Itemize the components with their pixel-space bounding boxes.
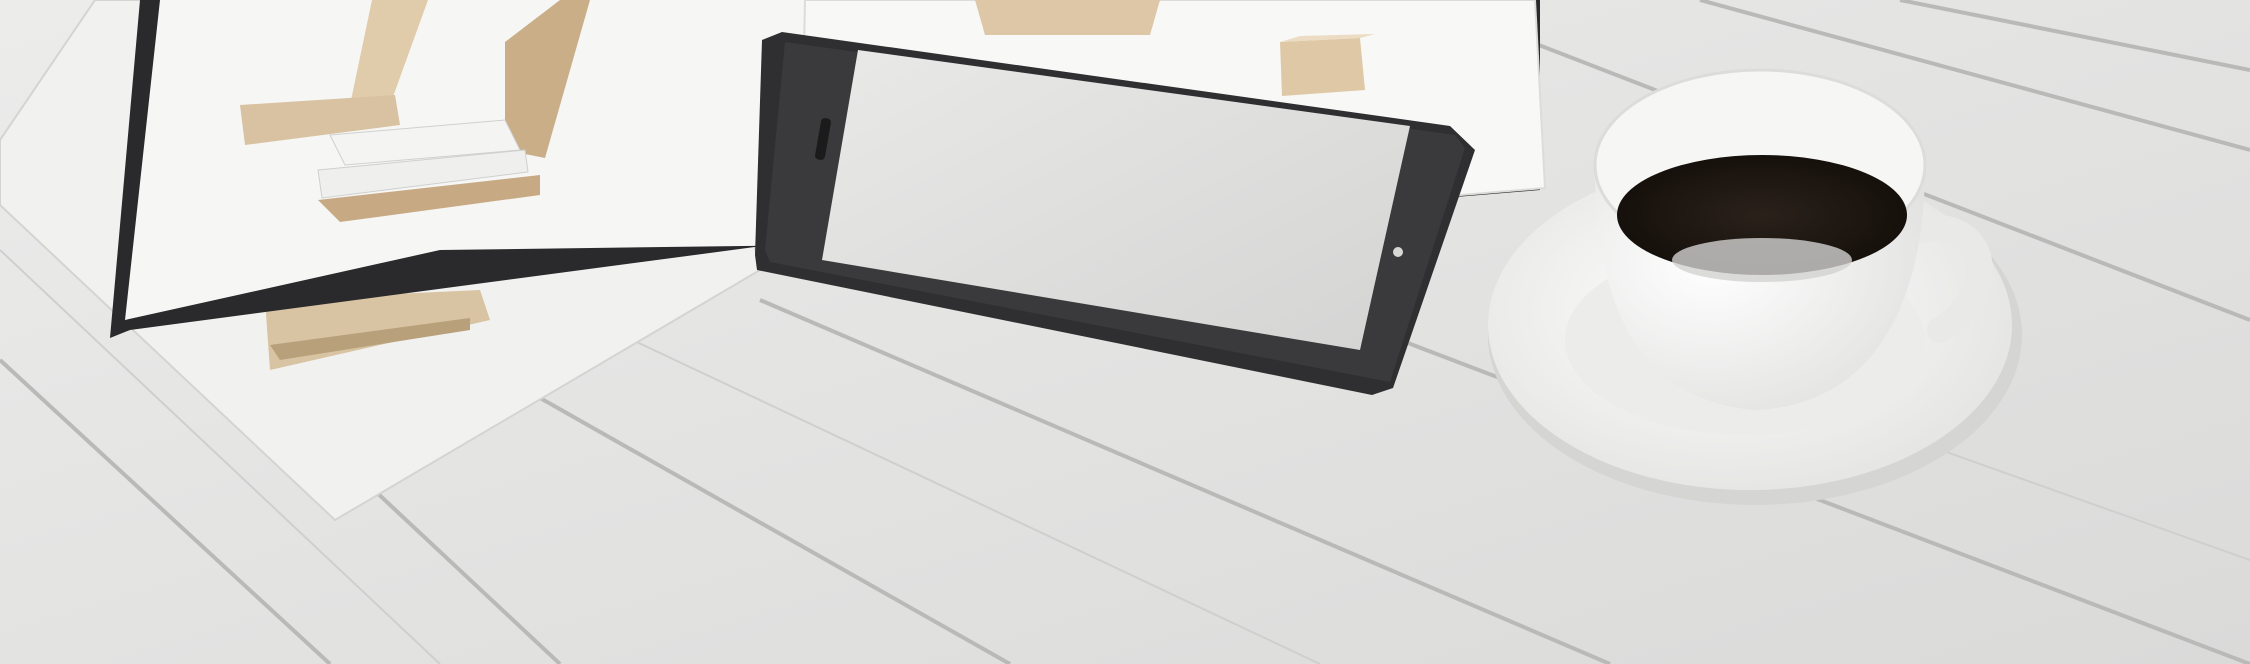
tablet-camera-icon bbox=[1393, 247, 1403, 257]
photo-scene bbox=[0, 0, 2250, 664]
photo-canvas bbox=[0, 0, 2250, 664]
